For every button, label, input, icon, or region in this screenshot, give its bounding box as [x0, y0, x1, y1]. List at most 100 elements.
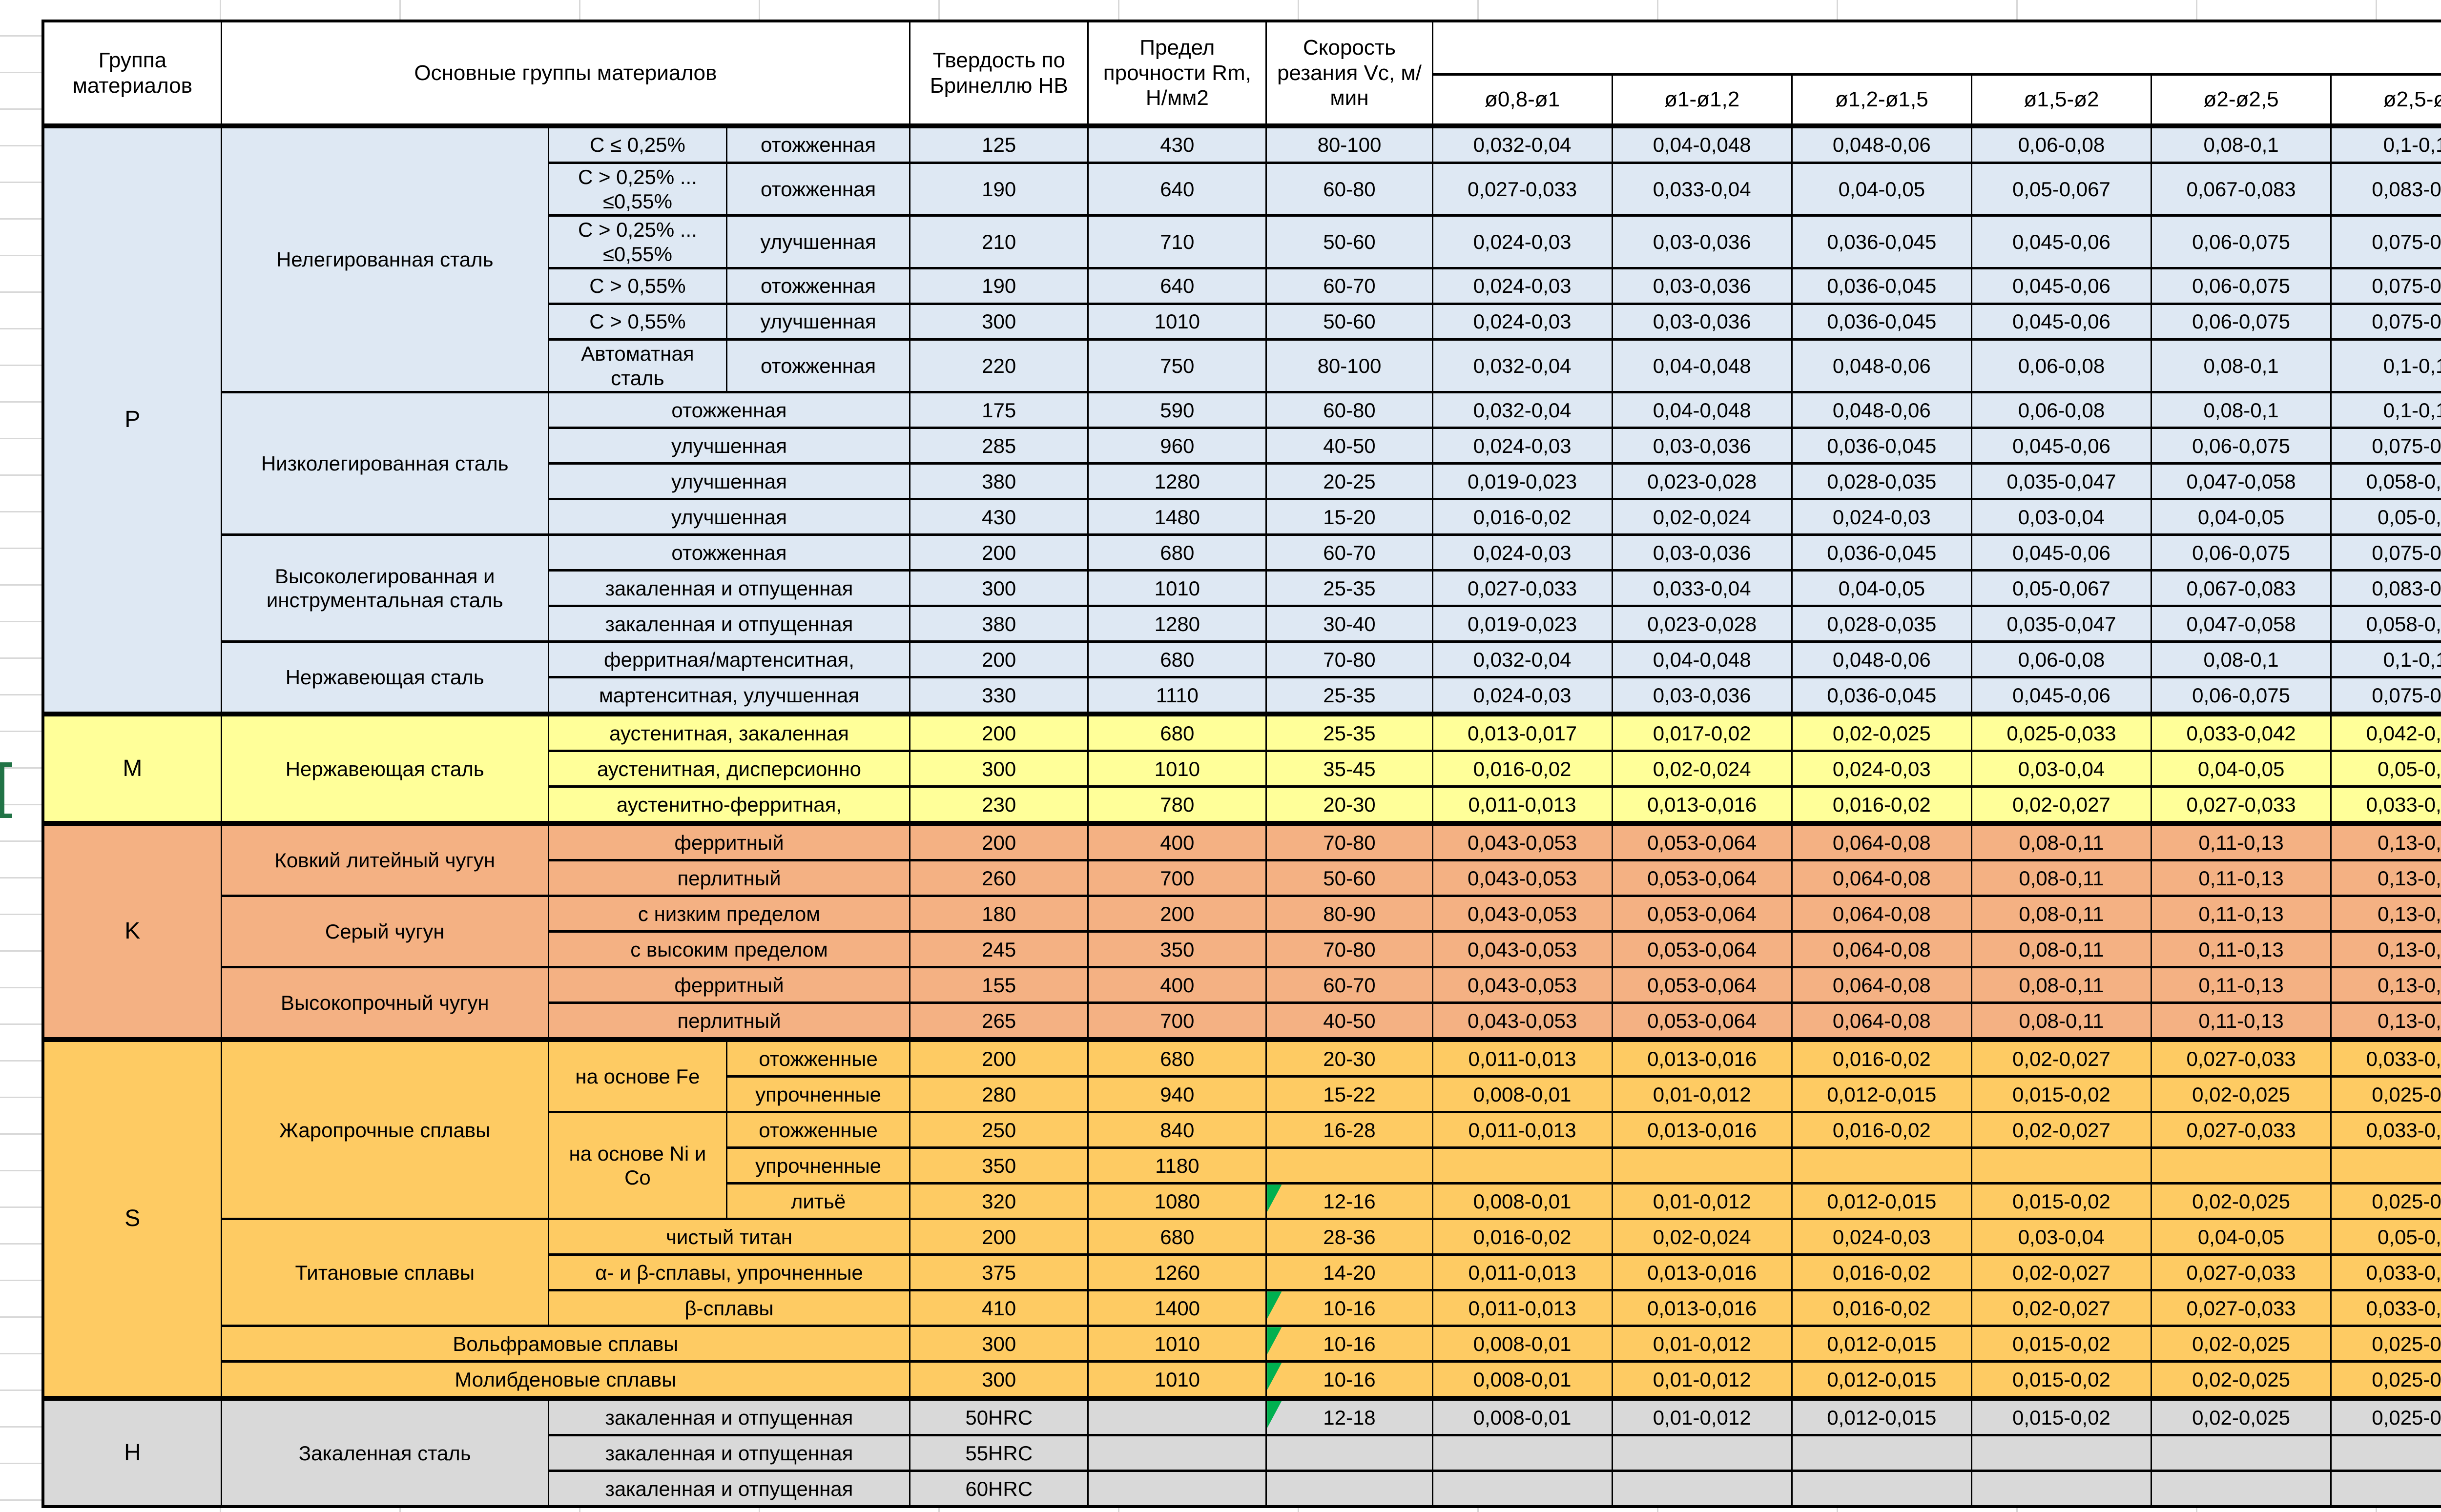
- feed-value[interactable]: 0,053-0,064: [1612, 1003, 1792, 1040]
- feed-value[interactable]: 0,075-0,12: [2331, 428, 2441, 464]
- feed-value[interactable]: 0,047-0,058: [2151, 606, 2331, 642]
- feed-value[interactable]: 0,06-0,08: [1971, 392, 2151, 428]
- group-label[interactable]: S: [43, 1040, 221, 1398]
- feed-value[interactable]: 0,075-0,12: [2331, 304, 2441, 340]
- feed-value[interactable]: 0,011-0,013: [1432, 1040, 1612, 1077]
- feed-value[interactable]: 0,033-0,053: [2331, 1040, 2441, 1077]
- feed-value[interactable]: 0,047-0,058: [2151, 464, 2331, 499]
- feed-value[interactable]: [1971, 1471, 2151, 1507]
- feed-value[interactable]: 0,04-0,05: [2151, 751, 2331, 787]
- material-name[interactable]: Закаленная сталь: [221, 1398, 548, 1507]
- cutting-speed-vc[interactable]: 60-80: [1266, 163, 1432, 216]
- feed-value[interactable]: 0,045-0,06: [1971, 677, 2151, 715]
- treatment[interactable]: закаленная и отпущенная: [548, 571, 910, 606]
- feed-value[interactable]: 0,058-0,093: [2331, 464, 2441, 499]
- group-label[interactable]: H: [43, 1398, 221, 1507]
- material-name[interactable]: Нержавеющая сталь: [221, 642, 548, 715]
- strength-rm[interactable]: 1180: [1088, 1148, 1266, 1184]
- hardness-hb[interactable]: 200: [910, 823, 1088, 860]
- feed-col-header[interactable]: ø2-ø2,5: [2151, 75, 2331, 126]
- cutting-speed-vc[interactable]: [1266, 1471, 1432, 1507]
- feed-value[interactable]: 0,024-0,03: [1792, 1219, 1971, 1255]
- feed-value[interactable]: 0,064-0,08: [1792, 932, 1971, 967]
- feed-value[interactable]: [2331, 1435, 2441, 1471]
- feed-value[interactable]: 0,035-0,047: [1971, 606, 2151, 642]
- feed-value[interactable]: 0,024-0,03: [1432, 268, 1612, 304]
- feed-value[interactable]: 0,028-0,035: [1792, 464, 1971, 499]
- feed-value[interactable]: 0,06-0,075: [2151, 216, 2331, 268]
- feed-value[interactable]: 0,013-0,017: [1432, 714, 1612, 751]
- feed-value[interactable]: 0,048-0,06: [1792, 642, 1971, 677]
- hardness-hb[interactable]: 230: [910, 787, 1088, 824]
- strength-rm[interactable]: 960: [1088, 428, 1266, 464]
- feed-value[interactable]: 0,025-0,04: [2331, 1184, 2441, 1219]
- feed-value[interactable]: [1432, 1148, 1612, 1184]
- hardness-hb[interactable]: 200: [910, 714, 1088, 751]
- cutting-speed-vc[interactable]: 70-80: [1266, 642, 1432, 677]
- feed-value[interactable]: 0,064-0,08: [1792, 967, 1971, 1003]
- treatment[interactable]: улучшенная: [548, 499, 910, 535]
- feed-value[interactable]: 0,032-0,04: [1432, 392, 1612, 428]
- feed-value[interactable]: 0,08-0,11: [1971, 860, 2151, 896]
- feed-value[interactable]: 0,13-0,21: [2331, 823, 2441, 860]
- feed-value[interactable]: 0,11-0,13: [2151, 823, 2331, 860]
- feed-value[interactable]: 0,045-0,06: [1971, 428, 2151, 464]
- hardness-hb[interactable]: 200: [910, 1219, 1088, 1255]
- feed-value[interactable]: 0,016-0,02: [1792, 787, 1971, 824]
- material-subtype[interactable]: C > 0,55%: [548, 268, 726, 304]
- feed-value[interactable]: 0,025-0,033: [1971, 714, 2151, 751]
- cutting-speed-vc[interactable]: 10-16: [1266, 1326, 1432, 1362]
- treatment[interactable]: α- и β-сплавы, упрочненные: [548, 1255, 910, 1290]
- feed-value[interactable]: 0,036-0,045: [1792, 535, 1971, 571]
- hardness-hb[interactable]: 300: [910, 1326, 1088, 1362]
- feed-value[interactable]: 0,02-0,025: [1792, 714, 1971, 751]
- strength-rm[interactable]: 350: [1088, 932, 1266, 967]
- feed-value[interactable]: 0,08-0,11: [1971, 932, 2151, 967]
- material-name[interactable]: Молибденовые сплавы: [221, 1362, 910, 1399]
- feed-value[interactable]: 0,032-0,04: [1432, 642, 1612, 677]
- feed-value[interactable]: 0,023-0,028: [1612, 606, 1792, 642]
- cutting-speed-vc[interactable]: 16-28: [1266, 1112, 1432, 1148]
- treatment[interactable]: улучшенная: [726, 304, 910, 340]
- feed-value[interactable]: 0,075-0,12: [2331, 677, 2441, 715]
- strength-rm[interactable]: 1080: [1088, 1184, 1266, 1219]
- feed-value[interactable]: 0,08-0,1: [2151, 642, 2331, 677]
- hardness-hb[interactable]: 200: [910, 1040, 1088, 1077]
- feed-value[interactable]: 0,03-0,036: [1612, 677, 1792, 715]
- strength-rm[interactable]: 700: [1088, 1003, 1266, 1040]
- strength-rm[interactable]: 400: [1088, 823, 1266, 860]
- treatment[interactable]: закаленная и отпущенная: [548, 1398, 910, 1435]
- feed-value[interactable]: 0,012-0,015: [1792, 1326, 1971, 1362]
- feed-value[interactable]: 0,053-0,064: [1612, 932, 1792, 967]
- feed-value[interactable]: 0,016-0,02: [1432, 751, 1612, 787]
- feed-value[interactable]: 0,011-0,013: [1432, 1290, 1612, 1326]
- feed-value[interactable]: 0,05-0,08: [2331, 499, 2441, 535]
- strength-rm[interactable]: 680: [1088, 642, 1266, 677]
- group-label[interactable]: P: [43, 126, 221, 714]
- feed-value[interactable]: 0,043-0,053: [1432, 1003, 1612, 1040]
- feed-value[interactable]: 0,027-0,033: [2151, 1255, 2331, 1290]
- material-name[interactable]: Ковкий литейный чугун: [221, 823, 548, 896]
- material-name[interactable]: Низколегированная сталь: [221, 392, 548, 535]
- material-name[interactable]: Жаропрочные сплавы: [221, 1040, 548, 1219]
- feed-value[interactable]: 0,036-0,045: [1792, 216, 1971, 268]
- feed-value[interactable]: [1612, 1471, 1792, 1507]
- feed-col-header[interactable]: ø1,2-ø1,5: [1792, 75, 1971, 126]
- cutting-speed-vc[interactable]: 25-35: [1266, 571, 1432, 606]
- cutting-speed-vc[interactable]: 10-16: [1266, 1290, 1432, 1326]
- feed-value[interactable]: 0,067-0,083: [2151, 163, 2331, 216]
- feed-value[interactable]: 0,035-0,047: [1971, 464, 2151, 499]
- feed-value[interactable]: 0,02-0,024: [1612, 751, 1792, 787]
- treatment[interactable]: перлитный: [548, 860, 910, 896]
- cutting-speed-vc[interactable]: 12-16: [1266, 1184, 1432, 1219]
- cutting-speed-vc[interactable]: 60-70: [1266, 535, 1432, 571]
- feed-value[interactable]: [1792, 1148, 1971, 1184]
- feed-value[interactable]: 0,02-0,027: [1971, 787, 2151, 824]
- strength-rm[interactable]: 1010: [1088, 304, 1266, 340]
- treatment[interactable]: упрочненные: [726, 1148, 910, 1184]
- material-name[interactable]: Высоколегированная и инструментальная ст…: [221, 535, 548, 642]
- feed-value[interactable]: 0,02-0,027: [1971, 1040, 2151, 1077]
- strength-rm[interactable]: 430: [1088, 126, 1266, 163]
- treatment[interactable]: перлитный: [548, 1003, 910, 1040]
- treatment[interactable]: ферритный: [548, 967, 910, 1003]
